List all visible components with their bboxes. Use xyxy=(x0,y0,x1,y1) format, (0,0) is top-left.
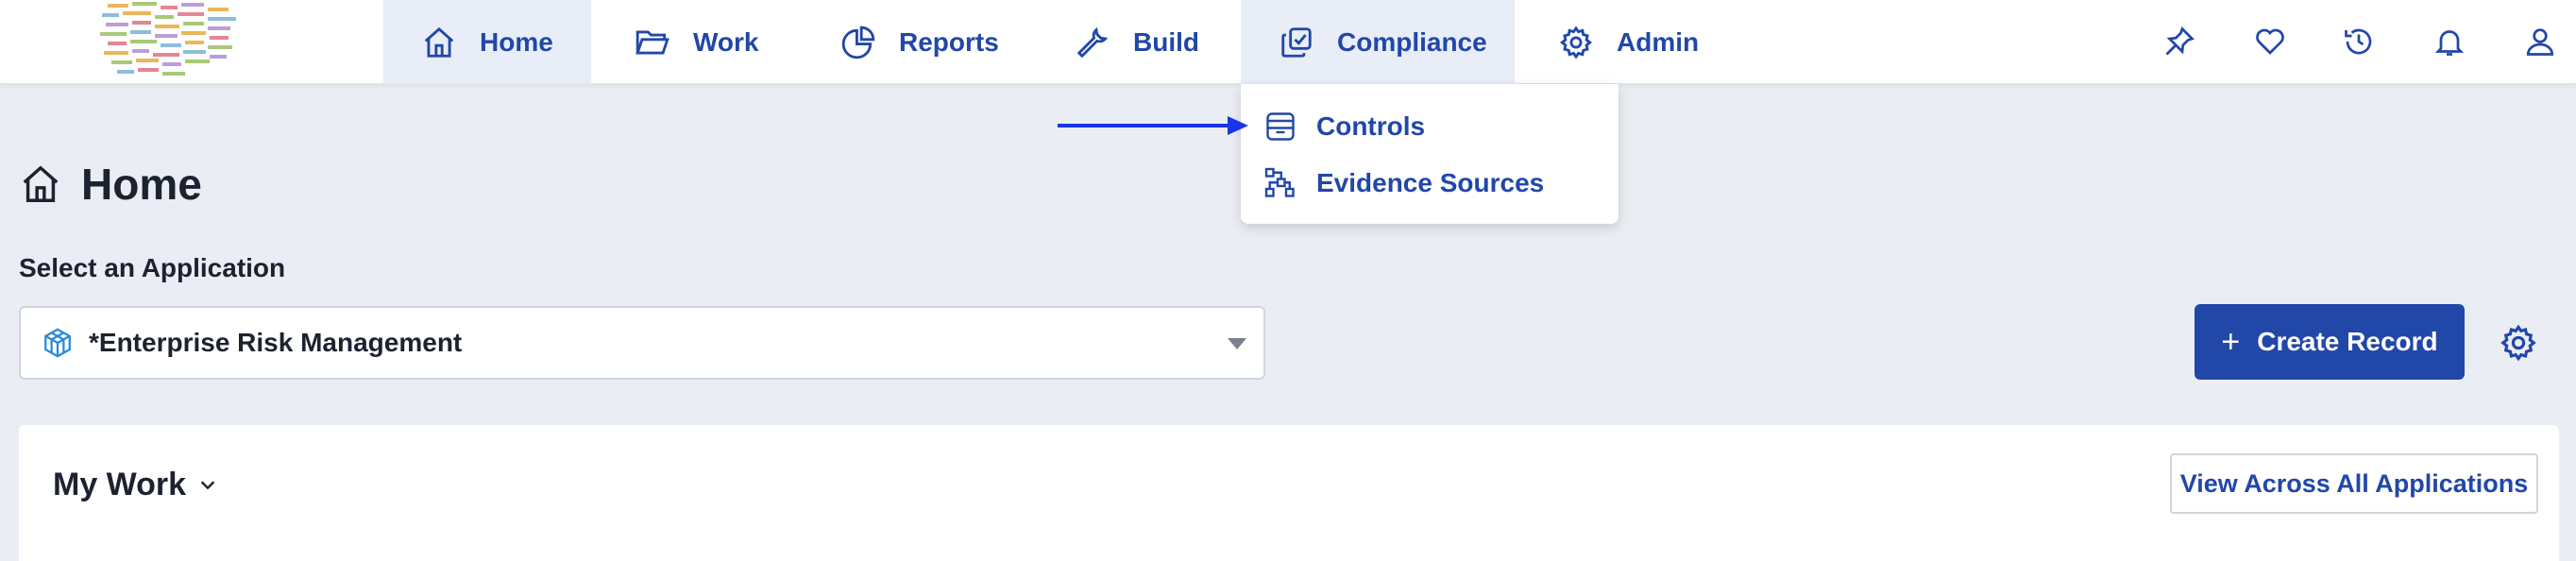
view-across-all-applications-button[interactable]: View Across All Applications xyxy=(2170,453,2538,514)
heart-icon xyxy=(2256,28,2284,55)
favorites-button[interactable] xyxy=(2249,21,2291,62)
gear-icon xyxy=(2500,324,2536,362)
application-select[interactable]: *Enterprise Risk Management xyxy=(19,306,1265,380)
pie-chart-icon xyxy=(841,26,875,59)
create-record-button[interactable]: + Create Record xyxy=(2195,304,2465,380)
folder-icon xyxy=(636,29,669,55)
plus-icon: + xyxy=(2221,323,2241,360)
archive-box-icon xyxy=(1266,112,1295,141)
page-title: Home xyxy=(19,153,202,215)
my-work-title: My Work xyxy=(53,466,187,502)
nav-admin[interactable]: Admin xyxy=(1558,0,1699,84)
nav-compliance[interactable]: Compliance xyxy=(1241,0,1515,84)
page-settings-button[interactable] xyxy=(2499,323,2538,363)
compliance-dropdown-menu: Controls Evidence Sources xyxy=(1241,84,1618,224)
menu-item-controls[interactable]: Controls xyxy=(1263,103,1603,150)
page-title-text: Home xyxy=(81,160,202,209)
history-button[interactable] xyxy=(2338,21,2380,62)
my-work-toggle[interactable]: My Work xyxy=(53,463,218,506)
pin-icon xyxy=(2165,26,2195,56)
menu-item-controls-label: Controls xyxy=(1316,111,1426,141)
nav-home-label: Home xyxy=(480,26,553,57)
bell-icon xyxy=(2434,30,2465,56)
cube-icon xyxy=(44,328,71,358)
pin-button[interactable] xyxy=(2159,21,2200,62)
user-icon xyxy=(2526,28,2554,56)
nav-compliance-label: Compliance xyxy=(1337,26,1487,57)
chevron-down-icon xyxy=(1228,338,1246,349)
home-icon xyxy=(23,165,59,202)
user-profile-button[interactable] xyxy=(2519,21,2561,62)
history-icon xyxy=(2345,28,2372,55)
nav-admin-label: Admin xyxy=(1617,26,1700,57)
menu-item-evidence-sources-label: Evidence Sources xyxy=(1316,168,1545,197)
evidence-sources-icon xyxy=(1264,167,1295,197)
home-icon xyxy=(424,26,454,58)
nav-work-label: Work xyxy=(693,26,759,57)
compliance-icon xyxy=(1281,26,1312,58)
nav-reports-label: Reports xyxy=(899,26,999,57)
chevron-down-icon xyxy=(200,481,215,490)
annotation-arrow xyxy=(1058,116,1248,135)
my-work-panel: My Work View Across All Applications xyxy=(19,425,2559,561)
app-logo[interactable] xyxy=(94,0,255,81)
wrench-icon xyxy=(1076,26,1109,58)
nav-work[interactable]: Work xyxy=(635,0,759,84)
top-navigation-bar: Home Work Reports Build Compliance Admin xyxy=(0,0,2576,84)
nav-reports[interactable]: Reports xyxy=(840,0,999,84)
select-application-label: Select an Application xyxy=(19,253,286,282)
create-record-label: Create Record xyxy=(2257,327,2438,356)
notifications-button[interactable] xyxy=(2429,21,2470,62)
selected-application-value: *Enterprise Risk Management xyxy=(89,328,463,357)
menu-item-evidence-sources[interactable]: Evidence Sources xyxy=(1263,160,1603,207)
nav-home[interactable]: Home xyxy=(383,0,591,84)
nav-build-label: Build xyxy=(1133,26,1199,57)
nav-build[interactable]: Build xyxy=(1075,0,1199,84)
gear-icon xyxy=(1559,25,1593,60)
